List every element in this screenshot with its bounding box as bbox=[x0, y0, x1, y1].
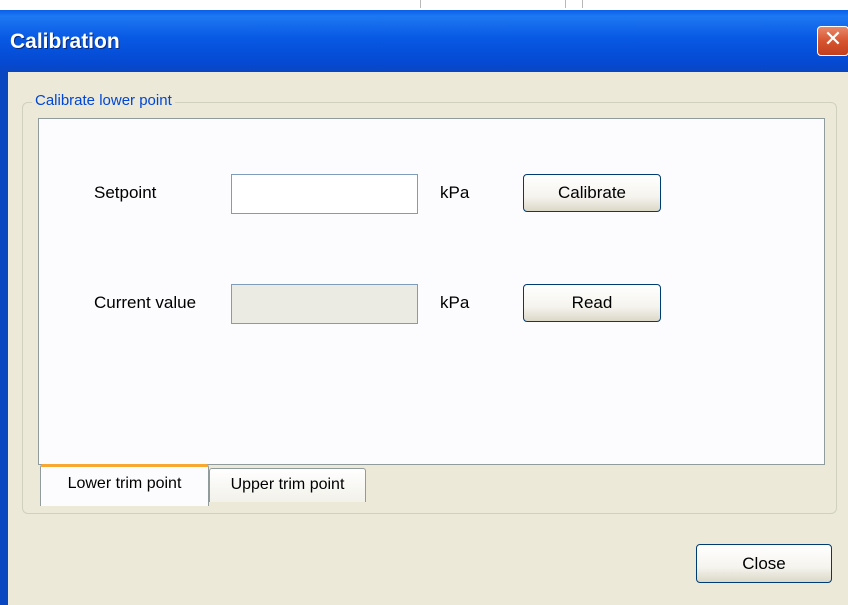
window-left-border bbox=[0, 72, 8, 605]
tab-upper-trim-point[interactable]: Upper trim point bbox=[209, 468, 366, 502]
close-button[interactable]: Close bbox=[696, 544, 832, 583]
calibrate-button[interactable]: Calibrate bbox=[523, 174, 661, 212]
strip-divider bbox=[565, 0, 566, 8]
background-window-strip bbox=[0, 0, 848, 10]
groupbox-legend: Calibrate lower point bbox=[32, 92, 175, 109]
strip-divider bbox=[582, 0, 583, 8]
window-title: Calibration bbox=[10, 30, 120, 53]
current-value-label: Current value bbox=[94, 293, 197, 312]
setpoint-input[interactable] bbox=[231, 174, 418, 214]
current-value-unit: kPa bbox=[440, 293, 470, 312]
setpoint-unit: kPa bbox=[440, 183, 470, 202]
close-icon[interactable]: ✕ bbox=[817, 26, 848, 56]
tab-lower-trim-point[interactable]: Lower trim point bbox=[40, 464, 209, 506]
current-value-field bbox=[231, 284, 418, 324]
setpoint-label: Setpoint bbox=[94, 183, 157, 202]
calibration-window: Calibration ✕ Calibrate lower point Setp… bbox=[0, 0, 848, 605]
title-bar[interactable]: Calibration ✕ bbox=[0, 10, 848, 72]
read-button[interactable]: Read bbox=[523, 284, 661, 322]
strip-divider bbox=[420, 0, 421, 8]
tab-panel bbox=[38, 118, 825, 465]
